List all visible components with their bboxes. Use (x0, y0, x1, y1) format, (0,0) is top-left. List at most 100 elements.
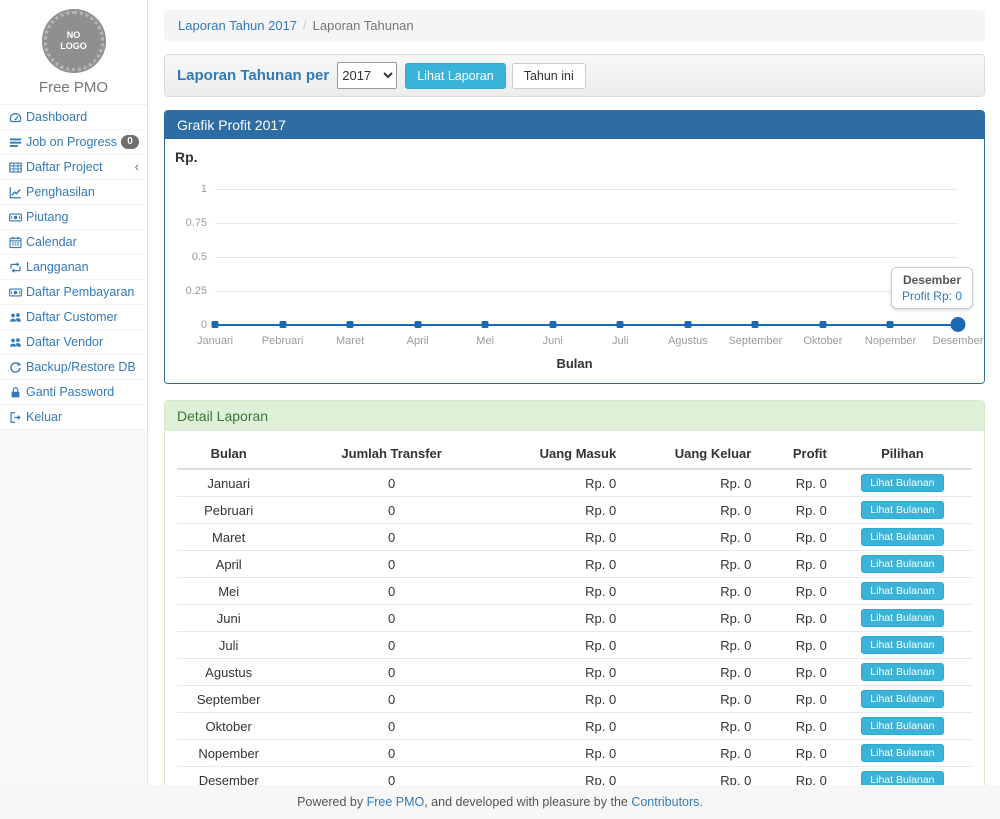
cell-profit: Rp. 0 (757, 524, 833, 551)
cell-profit: Rp. 0 (757, 469, 833, 497)
sidebar-item-penghasilan[interactable]: Penghasilan (0, 180, 147, 205)
data-point-nopember[interactable] (887, 321, 894, 328)
free-pmo-link[interactable]: Free PMO (367, 795, 425, 809)
sidebar-item-label: Daftar Project (26, 160, 135, 174)
view-report-button[interactable]: Lihat Laporan (405, 63, 505, 89)
column-header-uang-keluar: Uang Keluar (622, 439, 757, 469)
year-select[interactable]: 2017 (337, 62, 397, 89)
cell-jumlah-transfer: 0 (280, 740, 503, 767)
lihat-bulanan-button[interactable]: Lihat Bulanan (861, 501, 943, 519)
sidebar-item-langganan[interactable]: Langganan (0, 255, 147, 280)
lihat-bulanan-button[interactable]: Lihat Bulanan (861, 636, 943, 654)
profit-line-series (215, 324, 958, 326)
sidebar-item-label: Langganan (26, 260, 139, 274)
sidebar-item-calendar[interactable]: Calendar (0, 230, 147, 255)
lihat-bulanan-button[interactable]: Lihat Bulanan (861, 771, 943, 785)
breadcrumb-link[interactable]: Laporan Tahun 2017 (178, 18, 297, 33)
cell-profit: Rp. 0 (757, 578, 833, 605)
cell-uang-keluar: Rp. 0 (622, 686, 757, 713)
data-point-september[interactable] (752, 321, 759, 328)
sidebar-item-label: Ganti Password (26, 385, 139, 399)
lihat-bulanan-button[interactable]: Lihat Bulanan (861, 528, 943, 546)
lihat-bulanan-button[interactable]: Lihat Bulanan (861, 690, 943, 708)
lihat-bulanan-button[interactable]: Lihat Bulanan (861, 555, 943, 573)
cell-profit: Rp. 0 (757, 551, 833, 578)
data-point-januari[interactable] (212, 321, 219, 328)
cell-bulan: Pebruari (177, 497, 280, 524)
detail-report-panel: Detail Laporan BulanJumlah TransferUang … (164, 400, 985, 785)
sidebar-item-backup-restore-db[interactable]: Backup/Restore DB (0, 355, 147, 380)
year-filter-box: Laporan Tahunan per 2017 Lihat Laporan T… (164, 54, 985, 97)
cell-profit: Rp. 0 (757, 740, 833, 767)
data-point-maret[interactable] (347, 321, 354, 328)
sidebar-item-daftar-customer[interactable]: Daftar Customer (0, 305, 147, 330)
lihat-bulanan-button[interactable]: Lihat Bulanan (861, 663, 943, 681)
cell-profit: Rp. 0 (757, 686, 833, 713)
sidebar-item-dashboard[interactable]: Dashboard (0, 105, 147, 130)
sidebar: NO LOGO Free PMO DashboardJob on Progres… (0, 0, 148, 785)
cell-profit: Rp. 0 (757, 605, 833, 632)
cell-uang-masuk: Rp. 0 (503, 659, 622, 686)
sidebar-item-label: Job on Progress (26, 135, 121, 149)
data-point-juli[interactable] (617, 321, 624, 328)
refresh-icon (9, 361, 26, 374)
users-icon (9, 336, 26, 349)
this-year-button[interactable]: Tahun ini (512, 63, 586, 89)
y-tick: 0.5 (177, 251, 207, 263)
sidebar-item-label: Backup/Restore DB (26, 360, 139, 374)
cell-bulan: September (177, 686, 280, 713)
sidebar-item-daftar-vendor[interactable]: Daftar Vendor (0, 330, 147, 355)
cell-uang-keluar: Rp. 0 (622, 659, 757, 686)
money-icon (9, 286, 26, 299)
table-row-pebruari: Pebruari0Rp. 0Rp. 0Rp. 0Lihat Bulanan (177, 497, 972, 524)
breadcrumb-separator: / (303, 18, 307, 33)
data-point-juni[interactable] (549, 321, 556, 328)
sidebar-item-daftar-project[interactable]: Daftar Project‹ (0, 155, 147, 180)
lihat-bulanan-button[interactable]: Lihat Bulanan (861, 609, 943, 627)
table-row-juli: Juli0Rp. 0Rp. 0Rp. 0Lihat Bulanan (177, 632, 972, 659)
sidebar-item-ganti-password[interactable]: Ganti Password (0, 380, 147, 405)
gridline (215, 291, 958, 292)
cell-pilihan: Lihat Bulanan (833, 605, 972, 632)
report-table: BulanJumlah TransferUang MasukUang Kelua… (177, 439, 972, 785)
data-point-pebruari[interactable] (279, 321, 286, 328)
breadcrumb-current: Laporan Tahunan (313, 18, 414, 33)
sidebar-item-piutang[interactable]: Piutang (0, 205, 147, 230)
cell-pilihan: Lihat Bulanan (833, 659, 972, 686)
contributors-link[interactable]: Contributors. (631, 795, 703, 809)
lihat-bulanan-button[interactable]: Lihat Bulanan (861, 474, 943, 492)
data-point-mei[interactable] (482, 321, 489, 328)
gridline (215, 257, 958, 258)
column-header-profit: Profit (757, 439, 833, 469)
sidebar-item-keluar[interactable]: Keluar (0, 405, 147, 430)
cell-uang-masuk: Rp. 0 (503, 524, 622, 551)
data-point-agustus[interactable] (684, 321, 691, 328)
lihat-bulanan-button[interactable]: Lihat Bulanan (861, 744, 943, 762)
column-header-uang-masuk: Uang Masuk (503, 439, 622, 469)
breadcrumb: Laporan Tahun 2017 / Laporan Tahunan (164, 10, 985, 41)
lihat-bulanan-button[interactable]: Lihat Bulanan (861, 582, 943, 600)
table-body: Januari0Rp. 0Rp. 0Rp. 0Lihat BulananPebr… (177, 469, 972, 785)
column-header-jumlah-transfer: Jumlah Transfer (280, 439, 503, 469)
chevron-left-icon: ‹ (135, 162, 139, 172)
data-point-april[interactable] (414, 321, 421, 328)
gridline (215, 189, 958, 190)
table-icon (9, 161, 26, 174)
tooltip-title: Desember (902, 273, 962, 287)
lock-icon (9, 386, 26, 399)
lihat-bulanan-button[interactable]: Lihat Bulanan (861, 717, 943, 735)
cell-uang-masuk: Rp. 0 (503, 767, 622, 786)
table-header-row: BulanJumlah TransferUang MasukUang Kelua… (177, 439, 972, 469)
cell-jumlah-transfer: 0 (280, 524, 503, 551)
chart-plot-area: Desember Profit Rp: 0 JanuariPebruariMar… (215, 147, 958, 375)
sidebar-item-label: Penghasilan (26, 185, 139, 199)
cell-pilihan: Lihat Bulanan (833, 469, 972, 497)
data-point-oktober[interactable] (819, 321, 826, 328)
x-axis-label: Bulan (177, 356, 972, 371)
cell-uang-keluar: Rp. 0 (622, 578, 757, 605)
footer: Powered by Free PMO, and developed with … (0, 785, 1000, 819)
data-point-desember[interactable] (951, 317, 966, 332)
sidebar-item-daftar-pembayaran[interactable]: Daftar Pembayaran (0, 280, 147, 305)
cell-bulan: Januari (177, 469, 280, 497)
sidebar-item-job-on-progress[interactable]: Job on Progress0 (0, 130, 147, 155)
